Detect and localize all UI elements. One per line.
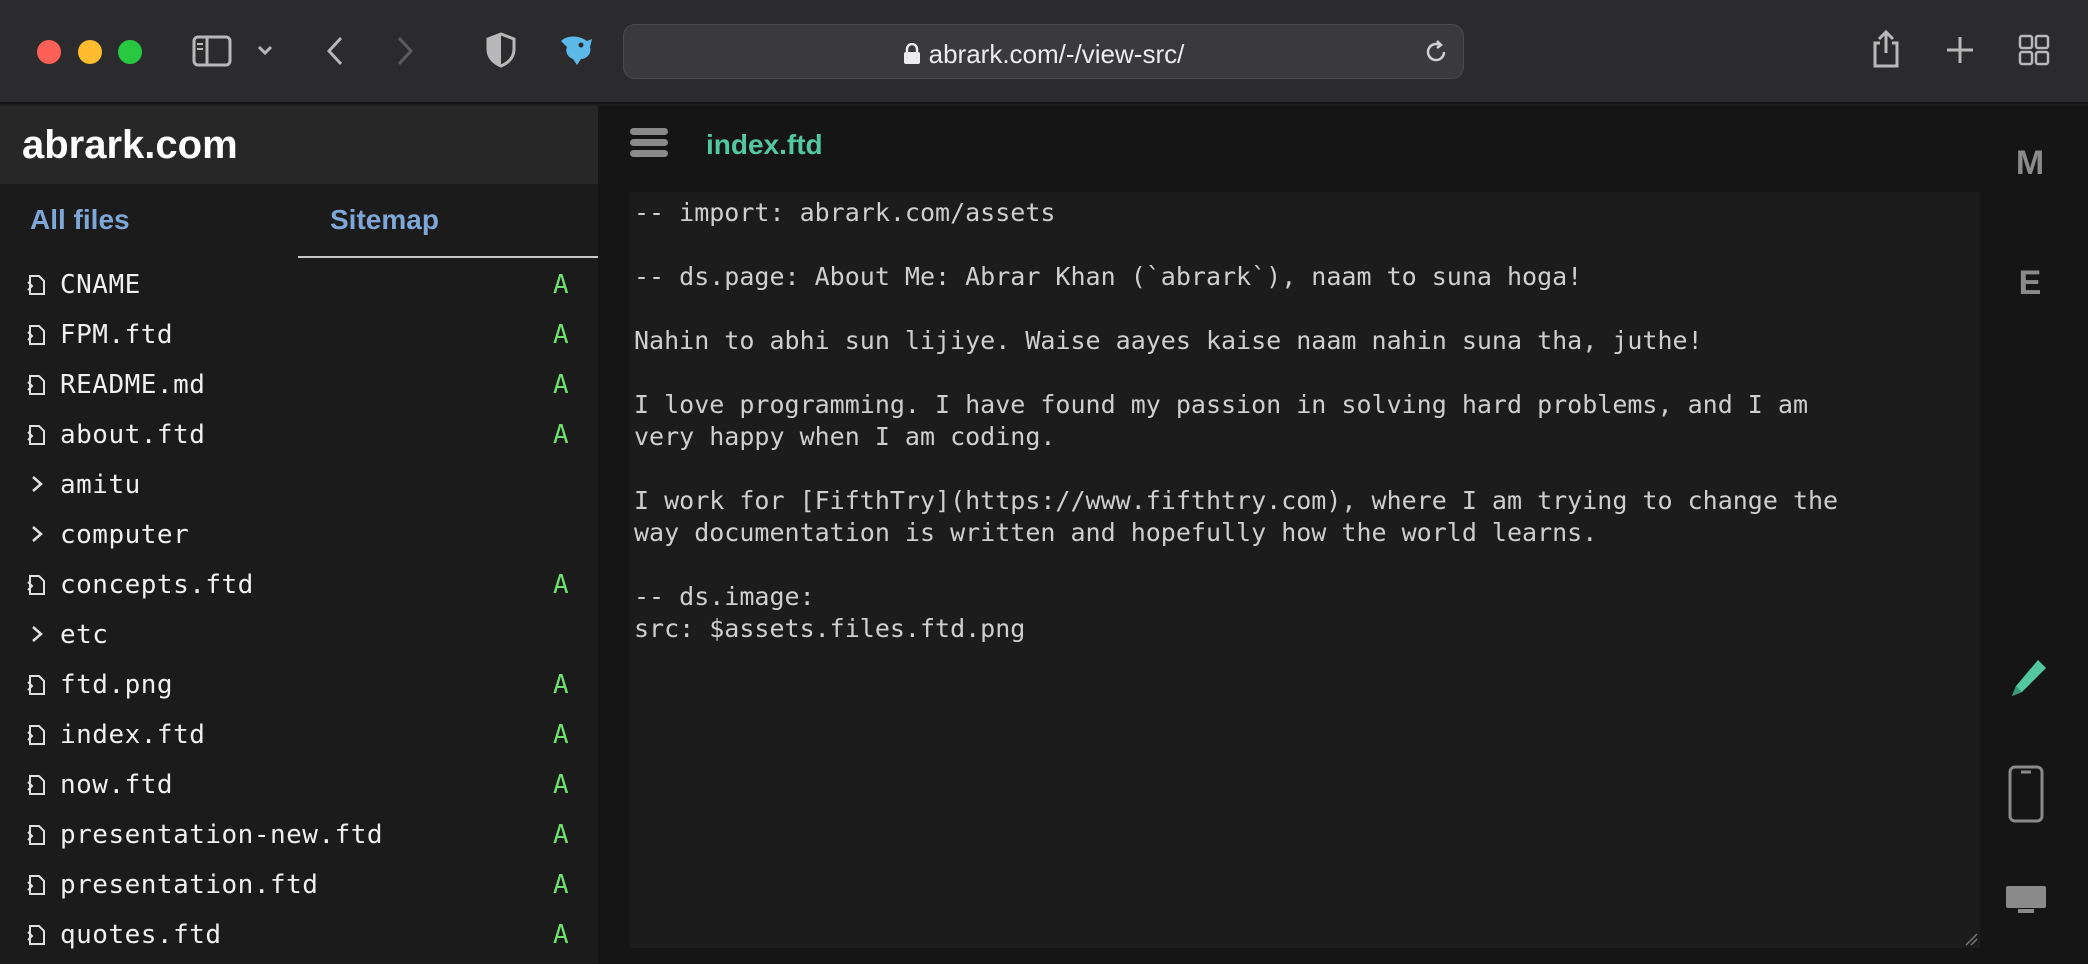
file-item[interactable]: concepts.ftd A bbox=[0, 560, 598, 610]
file-list: CNAME A FPM.ftd A README.md Aabout.ftd Aamitu c… bbox=[0, 260, 598, 960]
tab-sitemap[interactable]: Sitemap bbox=[330, 204, 439, 236]
folder-item[interactable]: etc bbox=[0, 610, 598, 660]
file-item[interactable]: CNAME A bbox=[0, 260, 598, 310]
file-item[interactable]: about.ftd A bbox=[0, 410, 598, 460]
file-name: FPM.ftd bbox=[60, 320, 174, 350]
file-name: computer bbox=[60, 520, 190, 550]
mode-e-button[interactable]: E bbox=[1998, 264, 2062, 303]
site-header: abrark.com bbox=[0, 106, 598, 184]
file-icon bbox=[24, 324, 46, 346]
reload-icon[interactable] bbox=[1423, 39, 1449, 65]
file-status-badge: A bbox=[553, 420, 569, 450]
file-status-badge: A bbox=[553, 670, 569, 700]
file-name: index.ftd bbox=[60, 720, 206, 750]
code-line: -- ds.page: About Me: Abrar Khan (`abrar… bbox=[634, 262, 1583, 291]
active-tab-indicator bbox=[298, 256, 598, 258]
file-sidebar: abrark.com All files Sitemap CNAME A FPM.f… bbox=[0, 106, 598, 964]
file-name: about.ftd bbox=[60, 420, 206, 450]
new-tab-icon[interactable] bbox=[1942, 32, 1978, 68]
site-title[interactable]: abrark.com bbox=[22, 123, 238, 168]
url-text: abrark.com/-/view-src/ bbox=[928, 39, 1185, 69]
tab-overview-icon[interactable] bbox=[2016, 32, 2052, 68]
file-item[interactable]: now.ftd A bbox=[0, 760, 598, 810]
file-name: CNAME bbox=[60, 270, 141, 300]
file-item[interactable]: FPM.ftd A bbox=[0, 310, 598, 360]
tab-all-files[interactable]: All files bbox=[30, 204, 130, 236]
browser-toolbar: abrark.com/-/view-src/ bbox=[0, 0, 2088, 104]
file-icon bbox=[24, 824, 46, 846]
resize-grip-icon[interactable] bbox=[1964, 932, 1978, 946]
file-icon bbox=[24, 674, 46, 696]
source-editor[interactable]: -- import: abrark.com/assets -- ds.page: … bbox=[630, 192, 1980, 948]
file-name: amitu bbox=[60, 470, 141, 500]
file-name: quotes.ftd bbox=[60, 920, 222, 950]
file-item[interactable]: presentation-new.ftd A bbox=[0, 810, 598, 860]
file-name: presentation.ftd bbox=[60, 870, 319, 900]
close-window-button[interactable] bbox=[37, 40, 61, 64]
code-line: I work for [FifthTry](https://www.fiftht… bbox=[634, 486, 1839, 515]
file-icon bbox=[24, 574, 46, 596]
code-line: -- ds.image: bbox=[634, 582, 815, 611]
code-line: -- import: abrark.com/assets bbox=[634, 198, 1056, 227]
file-name: concepts.ftd bbox=[60, 570, 254, 600]
file-name: ftd.png bbox=[60, 670, 174, 700]
zoom-window-button[interactable] bbox=[118, 40, 142, 64]
file-status-badge: A bbox=[553, 920, 569, 950]
hamburger-menu-icon[interactable] bbox=[630, 128, 668, 164]
sidebar-tabs: All files Sitemap bbox=[0, 184, 598, 260]
file-name: etc bbox=[60, 620, 109, 650]
file-status-badge: A bbox=[553, 720, 569, 750]
file-icon bbox=[24, 424, 46, 446]
file-status-badge: A bbox=[553, 570, 569, 600]
file-item[interactable]: index.ftd A bbox=[0, 710, 598, 760]
code-line: way documentation is written and hopeful… bbox=[634, 518, 1598, 547]
back-icon[interactable] bbox=[320, 32, 350, 70]
file-name: presentation-new.ftd bbox=[60, 820, 384, 850]
file-name: README.md bbox=[60, 370, 206, 400]
shield-icon[interactable] bbox=[484, 30, 518, 70]
forward-icon[interactable] bbox=[390, 32, 420, 70]
mobile-icon[interactable] bbox=[2006, 764, 2046, 829]
file-status-badge: A bbox=[553, 320, 569, 350]
file-icon bbox=[24, 924, 46, 946]
file-icon bbox=[24, 274, 46, 296]
code-line: very happy when I am coding. bbox=[634, 422, 1056, 451]
address-bar[interactable]: abrark.com/-/view-src/ bbox=[623, 24, 1464, 79]
extension-icon[interactable] bbox=[556, 30, 596, 70]
code-line: Nahin to abhi sun lijiye. Waise aayes ka… bbox=[634, 326, 1703, 355]
chevron-down-icon[interactable] bbox=[255, 38, 275, 62]
chevron-right-icon bbox=[30, 523, 44, 545]
file-icon bbox=[24, 874, 46, 896]
folder-item[interactable]: amitu bbox=[0, 460, 598, 510]
chevron-right-icon bbox=[30, 473, 44, 495]
file-item[interactable]: presentation.ftd A bbox=[0, 860, 598, 910]
code-line: I love programming. I have found my pass… bbox=[634, 390, 1808, 419]
share-icon[interactable] bbox=[1868, 28, 1904, 70]
lock-icon bbox=[903, 41, 921, 72]
file-status-badge: A bbox=[553, 370, 569, 400]
file-icon bbox=[24, 724, 46, 746]
file-item[interactable]: README.md A bbox=[0, 360, 598, 410]
minimize-window-button[interactable] bbox=[78, 40, 102, 64]
chevron-right-icon bbox=[30, 623, 44, 645]
right-rail: M E bbox=[1998, 106, 2088, 964]
file-name: now.ftd bbox=[60, 770, 174, 800]
pencil-icon[interactable] bbox=[2008, 658, 2048, 707]
mode-m-button[interactable]: M bbox=[1998, 144, 2062, 183]
sidebar-toggle-icon[interactable] bbox=[190, 32, 234, 70]
main-pane: index.ftd -- import: abrark.com/assets --… bbox=[598, 106, 1998, 964]
file-status-badge: A bbox=[553, 770, 569, 800]
file-item[interactable]: quotes.ftd A bbox=[0, 910, 598, 960]
file-icon bbox=[24, 774, 46, 796]
folder-item[interactable]: computer bbox=[0, 510, 598, 560]
file-status-badge: A bbox=[553, 870, 569, 900]
file-item[interactable]: ftd.png A bbox=[0, 660, 598, 710]
file-icon bbox=[24, 374, 46, 396]
current-file-title: index.ftd bbox=[706, 129, 823, 160]
file-status-badge: A bbox=[553, 820, 569, 850]
file-status-badge: A bbox=[553, 270, 569, 300]
code-line: src: $assets.files.ftd.png bbox=[634, 614, 1026, 643]
desktop-icon[interactable] bbox=[2004, 884, 2048, 919]
